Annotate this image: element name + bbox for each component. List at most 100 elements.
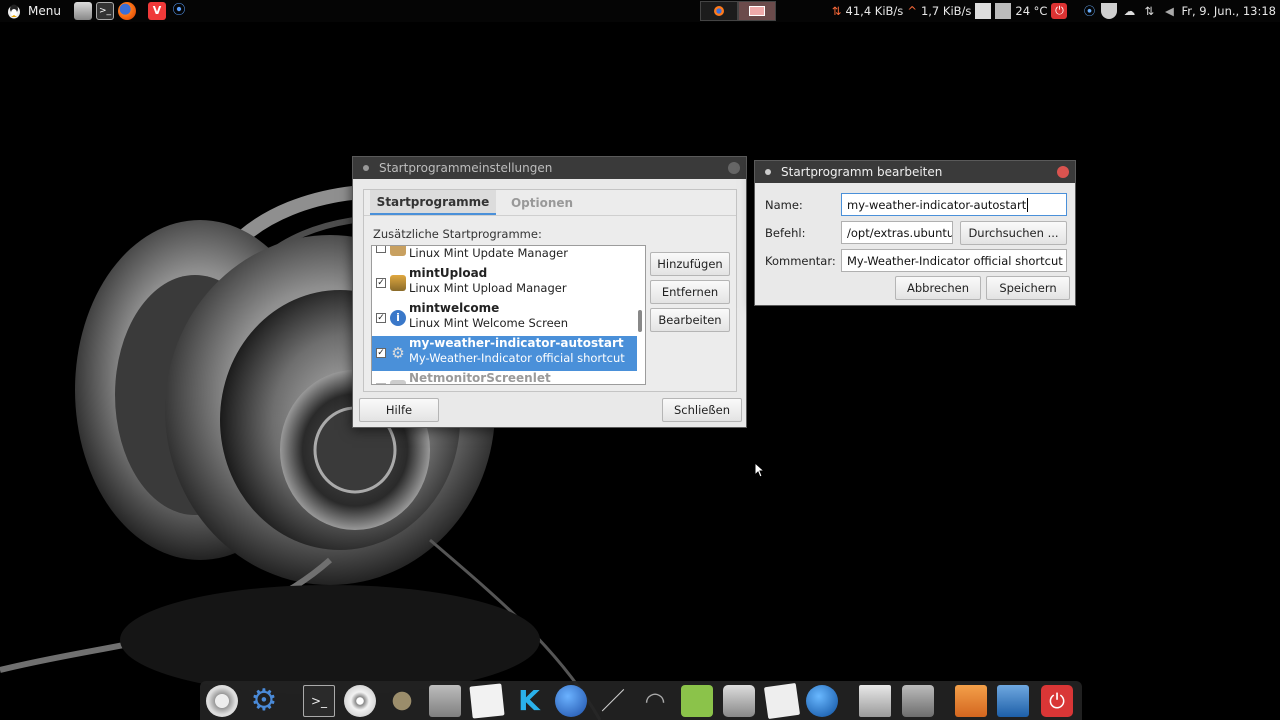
save-button[interactable]: Speichern	[986, 276, 1070, 300]
tab-options[interactable]: Optionen	[496, 190, 588, 215]
tab-startup-programs[interactable]: Startprogramme	[370, 190, 496, 215]
update-manager-icon	[390, 246, 406, 256]
firefox-icon[interactable]	[118, 2, 136, 20]
ubuntu-logo-icon[interactable]	[206, 685, 238, 717]
upload-manager-icon	[390, 275, 406, 291]
text-editor-icon[interactable]	[469, 683, 505, 719]
name-label: Name:	[765, 198, 803, 212]
file-manager-icon[interactable]	[74, 2, 92, 20]
screen-icon[interactable]	[859, 685, 891, 717]
mouse-pointer-icon	[755, 463, 765, 478]
startup-window-titlebar[interactable]: Startprogrammeinstellungen	[353, 157, 746, 179]
firefox-icon	[714, 6, 724, 16]
list-item[interactable]: ✓ i mintwelcome Linux Mint Welcome Scree…	[372, 301, 637, 336]
mail-icon[interactable]	[763, 682, 801, 720]
edit-button[interactable]: Bearbeiten	[650, 308, 730, 332]
list-item-subtitle: My-Weather-Indicator official shortcut	[409, 351, 625, 365]
virtualbox-icon[interactable]	[997, 685, 1029, 717]
scrollbar-thumb[interactable]	[638, 310, 642, 332]
camera-icon[interactable]	[902, 685, 934, 717]
close-icon[interactable]	[728, 162, 740, 174]
calculator-icon[interactable]	[429, 685, 461, 717]
list-item[interactable]: ✓ mintUpload Linux Mint Upload Manager	[372, 266, 637, 301]
network-icon[interactable]: ⦿	[170, 2, 188, 20]
net-arrows-icon: ⇅	[831, 4, 842, 18]
window-icon	[749, 6, 765, 16]
cancel-button[interactable]: Abbrechen	[895, 276, 981, 300]
shield-icon[interactable]	[1101, 3, 1118, 19]
wifi-icon[interactable]: ⦿	[1081, 3, 1097, 19]
task-button-firefox[interactable]	[700, 1, 738, 21]
pen-icon[interactable]: ／	[597, 685, 629, 717]
net-up-rate: 1,7 KiB/s	[920, 4, 972, 18]
close-icon[interactable]	[1057, 166, 1069, 178]
settings-gear-icon[interactable]: ⚙	[248, 685, 280, 717]
system-tray: ⇅ 41,4 KiB/s ^ 1,7 KiB/s 24 °C ⏻ ⦿ ☁ ⇅ ◀…	[832, 0, 1276, 22]
task-button-settings[interactable]	[738, 1, 776, 21]
temperature: 24 °C	[1015, 4, 1048, 18]
terminal-icon[interactable]: >_	[303, 685, 335, 717]
volume-icon[interactable]: ◀	[1161, 3, 1177, 19]
command-label: Befehl:	[765, 226, 806, 240]
checkbox[interactable]: ✓	[376, 278, 386, 288]
puzzle-icon[interactable]	[681, 685, 713, 717]
name-field[interactable]: my-weather-indicator-autostart	[841, 193, 1067, 216]
info-icon: i	[390, 310, 406, 326]
tabs-divider	[364, 215, 736, 216]
comment-label: Kommentar:	[765, 254, 836, 268]
power-icon[interactable]: ⏻	[1051, 3, 1068, 19]
screenshot-icon[interactable]	[975, 3, 992, 19]
screenlet-icon	[390, 380, 406, 384]
terminal-icon[interactable]: >_	[96, 2, 114, 20]
weather-icon[interactable]	[995, 3, 1012, 19]
startup-settings-window: Startprogrammeinstellungen Startprogramm…	[352, 156, 747, 428]
checkbox[interactable]	[376, 246, 386, 253]
list-scrollbar[interactable]	[637, 246, 643, 384]
headphones-icon[interactable]: ◠	[639, 685, 671, 717]
net-down-rate: 41,4 KiB/s	[845, 4, 904, 18]
kodi-icon[interactable]: K	[513, 685, 545, 717]
panel-launchers: >_ V ⦿	[74, 0, 188, 22]
browse-button[interactable]: Durchsuchen ...	[960, 221, 1067, 245]
checkbox[interactable]: ✓	[376, 313, 386, 323]
menu-button[interactable]: Menu	[6, 0, 61, 22]
power-icon[interactable]: ⏻	[1041, 685, 1073, 717]
checkbox[interactable]	[376, 383, 386, 384]
gimp-icon[interactable]	[386, 685, 418, 717]
text-cursor	[1027, 197, 1029, 212]
list-item-title: my-weather-indicator-autostart	[409, 336, 624, 350]
weather-cloud-icon[interactable]: ☁	[1121, 3, 1137, 19]
edit-dialog-title: Startprogramm bearbeiten	[781, 165, 943, 179]
home-folder-icon[interactable]	[955, 685, 987, 717]
dock: ⚙ >_ K ／ ◠ ⏻	[200, 681, 1082, 720]
window-menu-icon[interactable]	[363, 165, 369, 171]
close-button[interactable]: Schließen	[662, 398, 742, 422]
remove-button[interactable]: Entfernen	[650, 280, 730, 304]
list-item[interactable]: Linux Mint Update Manager	[372, 246, 637, 266]
vivaldi-icon[interactable]: V	[148, 2, 166, 20]
up-arrow-icon: ^	[907, 4, 917, 18]
help-button[interactable]: Hilfe	[359, 398, 439, 422]
checkbox[interactable]: ✓	[376, 348, 386, 358]
startup-programs-list[interactable]: Linux Mint Update Manager ✓ mintUpload L…	[371, 245, 646, 385]
scanner-icon[interactable]	[723, 685, 755, 717]
list-item-subtitle: Linux Mint Update Manager	[409, 246, 568, 260]
command-field[interactable]: /opt/extras.ubuntu	[841, 221, 953, 244]
earth-icon[interactable]	[555, 685, 587, 717]
clock[interactable]: Fr, 9. Jun., 13:18	[1181, 4, 1276, 18]
globe-icon[interactable]	[806, 685, 838, 717]
list-item-subtitle: Linux Mint Upload Manager	[409, 281, 567, 295]
name-field-value: my-weather-indicator-autostart	[847, 197, 1027, 212]
add-button[interactable]: Hinzufügen	[650, 252, 730, 276]
taskbar	[700, 0, 776, 22]
edit-dialog-titlebar[interactable]: Startprogramm bearbeiten	[755, 161, 1075, 183]
tabs-frame: Startprogramme Optionen Zusätzliche Star…	[363, 189, 737, 392]
updates-icon[interactable]: ⇅	[1141, 3, 1157, 19]
list-item-selected[interactable]: ✓ ⚙ my-weather-indicator-autostart My-We…	[372, 336, 637, 371]
list-item-title: mintUpload	[409, 266, 488, 280]
disc-icon[interactable]	[344, 685, 376, 717]
list-caption: Zusätzliche Startprogramme:	[373, 227, 542, 241]
list-item[interactable]: NetmonitorScreenlet	[372, 371, 637, 384]
comment-field[interactable]: My-Weather-Indicator official shortcut	[841, 249, 1067, 272]
window-menu-icon[interactable]	[765, 169, 771, 175]
